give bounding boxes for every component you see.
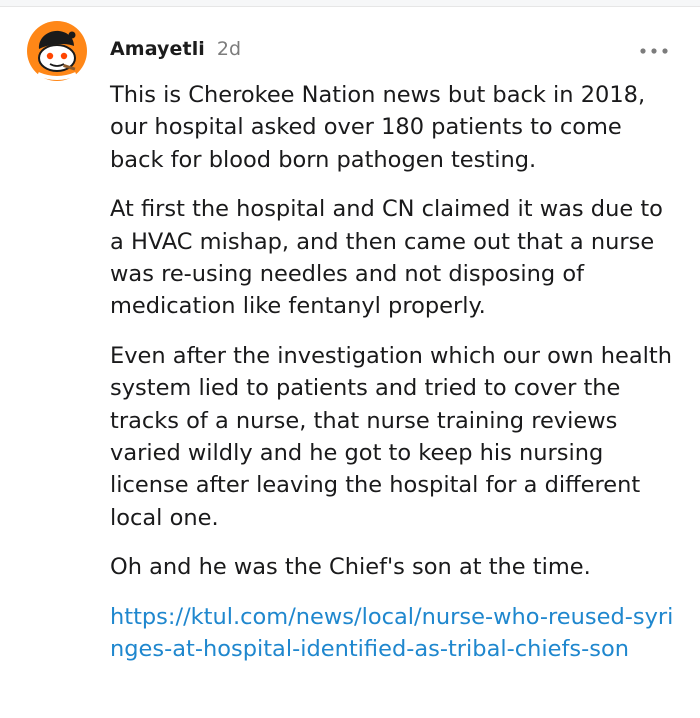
more-options-button[interactable]: [634, 38, 674, 64]
more-options-icon: [640, 48, 668, 54]
comment-author[interactable]: Amayetli: [110, 38, 205, 60]
comment-link[interactable]: https://ktul.com/news/local/nurse-who-re…: [110, 604, 673, 662]
comment-timestamp: 2d: [216, 38, 242, 60]
user-avatar[interactable]: [26, 20, 88, 82]
comment-body: This is Cherokee Nation news but back in…: [110, 79, 680, 683]
comment-paragraph: Oh and he was the Chief's son at the tim…: [110, 554, 591, 581]
top-divider: [0, 0, 700, 7]
snoo-avatar-icon: [27, 21, 87, 81]
comment-paragraph: This is Cherokee Nation news but back in…: [110, 82, 646, 173]
comment-paragraph: At first the hospital and CN claimed it …: [110, 196, 663, 320]
comment-paragraph: Even after the investigation which our o…: [110, 342, 672, 531]
comment-header: Amayetli 2d: [110, 38, 241, 60]
